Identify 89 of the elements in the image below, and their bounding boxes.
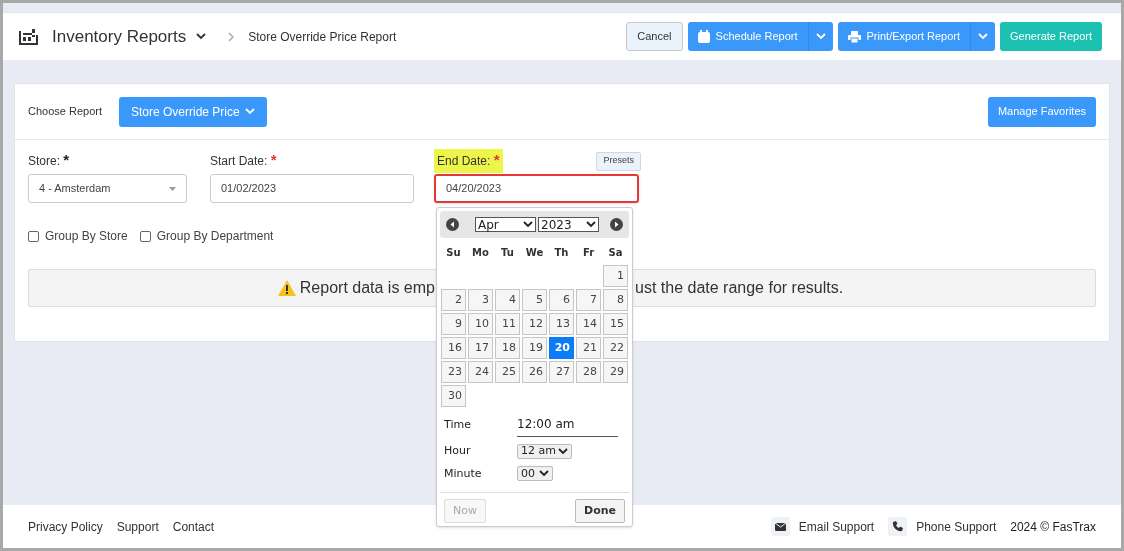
next-icon xyxy=(610,218,623,231)
chevron-right-icon xyxy=(228,31,235,42)
day-cell[interactable]: 5 xyxy=(522,289,547,311)
hour-select[interactable]: 12 am xyxy=(517,443,572,459)
alert-text: Report data is emp xyxy=(299,278,435,298)
day-cell[interactable]: 9 xyxy=(441,313,466,335)
day-cell[interactable]: 2 xyxy=(441,289,466,311)
footer-link[interactable]: Contact xyxy=(172,517,215,536)
footer-link[interactable]: Privacy Policy xyxy=(28,517,103,536)
chevron-down-icon xyxy=(523,221,533,228)
time-label: Time xyxy=(444,416,472,433)
day-cell[interactable]: 24 xyxy=(468,361,493,383)
day-cell[interactable]: 18 xyxy=(495,337,520,359)
day-cell[interactable]: 28 xyxy=(576,361,601,383)
field-label: Store: * xyxy=(27,150,71,170)
envelope-icon xyxy=(774,522,786,531)
dropdown-toggle-button[interactable] xyxy=(807,22,833,51)
breadcrumb-text: Store Override Price Report xyxy=(248,28,397,46)
day-cell[interactable]: 30 xyxy=(441,385,466,407)
minute-label: Minute xyxy=(444,465,483,482)
day-cell[interactable]: 27 xyxy=(549,361,574,383)
day-cell[interactable]: 10 xyxy=(468,313,493,335)
day-cell[interactable]: 11 xyxy=(495,313,520,335)
chevron-down-icon xyxy=(244,108,255,115)
warning-icon xyxy=(277,280,296,296)
day-cell[interactable]: 21 xyxy=(576,337,601,359)
day-cell[interactable]: 13 xyxy=(549,313,574,335)
caret-down-icon xyxy=(169,186,176,191)
weekday-label: Fr xyxy=(581,245,596,260)
chevron-down-icon xyxy=(586,221,596,228)
warehouse-icon xyxy=(19,28,38,45)
day-cell[interactable]: 3 xyxy=(468,289,493,311)
cancel-button[interactable]: Cancel xyxy=(626,22,683,51)
day-cell[interactable]: 12 xyxy=(522,313,547,335)
day-cell[interactable]: 19 xyxy=(522,337,547,359)
weekday-label: Tu xyxy=(500,245,515,260)
weekday-label: Mo xyxy=(471,245,490,260)
footer-link[interactable]: Support xyxy=(116,517,159,536)
day-cell[interactable]: 15 xyxy=(603,313,628,335)
printer-icon xyxy=(847,30,861,43)
chevron-down-icon xyxy=(978,33,989,40)
presets-button[interactable]: Presets xyxy=(596,151,641,171)
checkbox[interactable] xyxy=(28,230,39,242)
day-cell[interactable]: 1 xyxy=(603,265,628,287)
previous-icon xyxy=(446,218,459,231)
day-cell[interactable]: 17 xyxy=(468,337,493,359)
weekday-label: Su xyxy=(445,245,462,260)
chevron-down-icon xyxy=(815,33,826,40)
checkbox-label: Group By Department xyxy=(156,228,274,245)
time-value: 12:00 am xyxy=(517,413,618,437)
calendar-icon xyxy=(697,30,710,43)
day-cell[interactable]: 25 xyxy=(495,361,520,383)
day-cell[interactable]: 7 xyxy=(576,289,601,311)
month-select[interactable]: Apr xyxy=(475,217,536,232)
phone-icon xyxy=(892,521,904,532)
page-title: Inventory Reports xyxy=(52,25,187,48)
choose-report-label: Choose Report xyxy=(28,104,102,120)
date-field[interactable]: 04/20/2023 xyxy=(434,174,639,203)
field-label: Start Date: * xyxy=(209,150,278,170)
chevron-down-icon xyxy=(539,470,549,478)
day-cell[interactable]: 14 xyxy=(576,313,601,335)
alert-text: ust the date range for results. xyxy=(635,278,844,298)
weekday-label: Sa xyxy=(607,245,624,260)
day-cell[interactable]: 22 xyxy=(603,337,628,359)
day-cell[interactable]: 16 xyxy=(441,337,466,359)
store-select[interactable]: 4 - Amsterdam xyxy=(28,174,187,203)
day-cell[interactable]: 23 xyxy=(441,361,466,383)
weekday-label: We xyxy=(524,245,545,260)
field-label: End Date: * xyxy=(434,149,503,173)
chevron-down-icon[interactable] xyxy=(196,33,207,40)
checkbox-label: Group By Store xyxy=(45,228,128,245)
checkbox[interactable] xyxy=(139,230,151,242)
done-button[interactable]: Done xyxy=(575,499,625,523)
day-cell[interactable]: 29 xyxy=(603,361,628,383)
day-cell[interactable]: 20 xyxy=(549,337,574,359)
support-link[interactable]: Phone Support xyxy=(916,517,997,536)
weekday-label: Th xyxy=(553,245,570,260)
support-link[interactable]: Email Support xyxy=(798,517,875,536)
day-cell[interactable]: 4 xyxy=(495,289,520,311)
year-select[interactable]: 2023 xyxy=(538,217,599,232)
date-field[interactable]: 01/02/2023 xyxy=(210,174,414,203)
day-cell[interactable]: 8 xyxy=(603,289,628,311)
minute-select[interactable]: 00 xyxy=(517,466,553,482)
day-cell[interactable]: 6 xyxy=(549,289,574,311)
day-cell[interactable]: 26 xyxy=(522,361,547,383)
copyright-text: 2024 © FasTrax xyxy=(1010,518,1096,536)
chevron-down-icon xyxy=(558,447,568,455)
hour-label: Hour xyxy=(444,443,472,459)
dropdown-toggle-button[interactable] xyxy=(970,22,996,51)
